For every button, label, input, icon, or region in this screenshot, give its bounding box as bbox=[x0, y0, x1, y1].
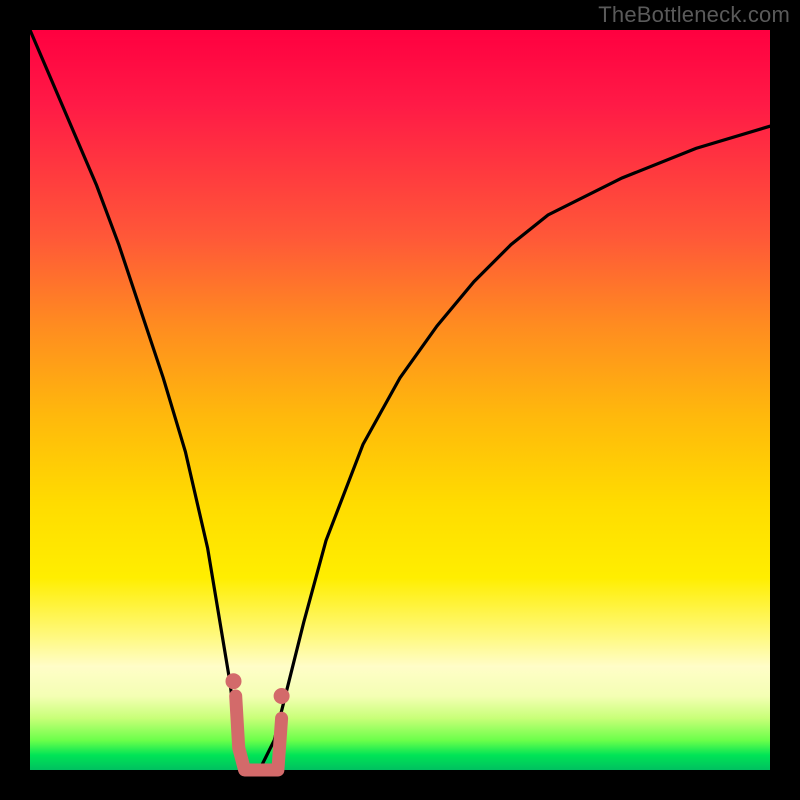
plot-frame bbox=[30, 30, 770, 770]
accent-path bbox=[236, 696, 282, 770]
accent-end-dot bbox=[274, 688, 290, 704]
chart-container: TheBottleneck.com bbox=[0, 0, 800, 800]
chart-overlay bbox=[30, 30, 770, 770]
watermark-text: TheBottleneck.com bbox=[598, 2, 790, 28]
accent-start-dot bbox=[226, 673, 242, 689]
bottleneck-curve bbox=[30, 30, 770, 770]
